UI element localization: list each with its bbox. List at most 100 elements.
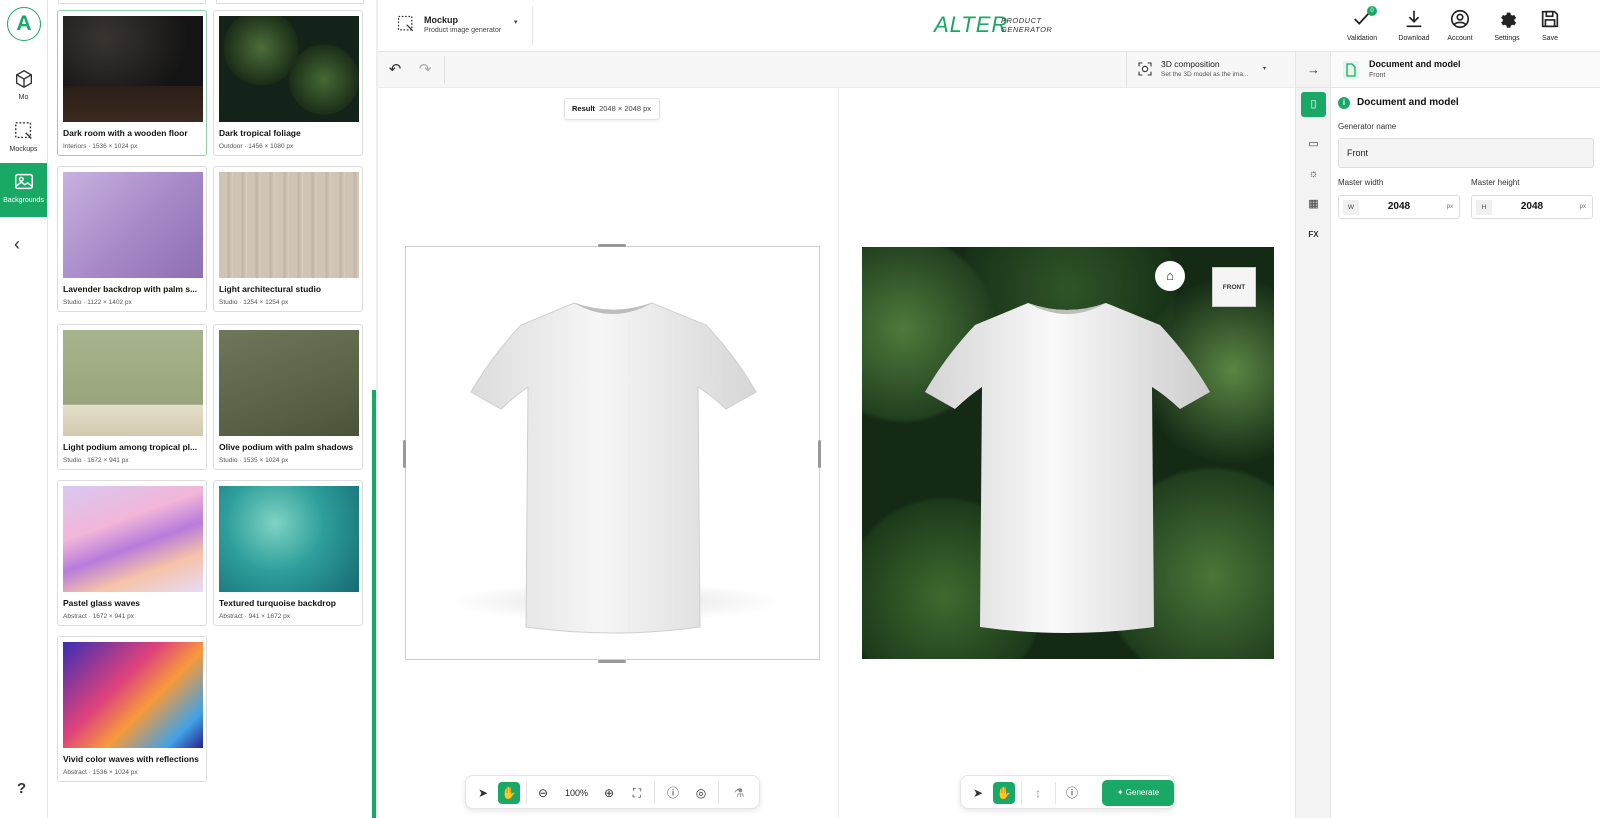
card-meta: Studio · 1535 × 1024 px bbox=[219, 457, 289, 464]
tshirt-model[interactable] bbox=[466, 297, 761, 637]
light-tab-icon[interactable]: ☼ bbox=[1301, 162, 1326, 187]
composition-title: 3D composition bbox=[1161, 59, 1220, 69]
background-card[interactable]: Dark tropical foliage Outdoor · 1456 × 1… bbox=[213, 10, 363, 156]
height-unit: px bbox=[1579, 204, 1586, 210]
height-key: H bbox=[1476, 200, 1492, 215]
card-meta: Abstract · 1672 × 941 px bbox=[63, 613, 135, 620]
home-view-button[interactable]: ⌂ bbox=[1155, 261, 1185, 291]
background-card[interactable]: Dark room with a wooden floor Interiors … bbox=[57, 10, 207, 156]
collapse-chevron-icon[interactable]: ‹ bbox=[14, 234, 20, 255]
thumbnail bbox=[219, 16, 359, 122]
composition-selector[interactable]: 3D composition Set the 3D model as the i… bbox=[1126, 52, 1272, 88]
thumbnail bbox=[63, 486, 203, 592]
info-icon[interactable]: ⓘ bbox=[662, 782, 684, 804]
composition-subtitle: Set the 3D model as the ima... bbox=[1161, 71, 1249, 78]
document-tab-icon[interactable]: ▯ bbox=[1301, 92, 1326, 117]
redo-icon[interactable]: ↷ bbox=[416, 61, 434, 79]
help-icon[interactable]: ? bbox=[17, 780, 26, 797]
undo-icon[interactable]: ↶ bbox=[386, 61, 404, 79]
result-preview[interactable]: ⌂ FRONT bbox=[862, 247, 1274, 659]
mockup-icon bbox=[397, 15, 414, 32]
zoom-in-icon[interactable]: ⊕ bbox=[598, 782, 620, 804]
rail-item-models[interactable]: Mo bbox=[0, 60, 47, 112]
divider bbox=[444, 56, 445, 84]
info-icon[interactable]: ⓘ bbox=[1061, 782, 1083, 804]
master-height-label: Master height bbox=[1471, 178, 1520, 187]
fx-tab-icon[interactable]: FX bbox=[1301, 222, 1326, 247]
card-meta: Interiors · 1536 × 1024 px bbox=[63, 143, 138, 150]
card-title: Light podium among tropical pl... bbox=[63, 442, 198, 452]
master-width-field[interactable]: W 2048 px bbox=[1338, 195, 1460, 219]
validation-button[interactable]: 0 Validation bbox=[1339, 6, 1385, 42]
zoom-level[interactable]: 100% bbox=[565, 782, 588, 804]
rail-item-label: Mo bbox=[18, 94, 29, 101]
resize-handle-top[interactable] bbox=[598, 244, 626, 247]
background-tab-icon[interactable]: ▦ bbox=[1301, 192, 1326, 217]
brand-sub-line: GENERATOR bbox=[1001, 25, 1053, 34]
mode-selector[interactable]: Mockup Product image generator ▾ bbox=[378, 0, 532, 52]
background-card[interactable]: Vivid color waves with reflections Abstr… bbox=[57, 636, 207, 782]
validation-badge: 0 bbox=[1367, 6, 1377, 16]
card-title: Pastel glass waves bbox=[63, 598, 141, 608]
rail-item-backgrounds[interactable]: Backgrounds bbox=[0, 163, 47, 217]
rail-item-mockups[interactable]: Mockups bbox=[0, 112, 47, 164]
account-icon bbox=[1450, 9, 1470, 29]
camera-tab-icon[interactable]: ▭ bbox=[1301, 132, 1326, 157]
left-rail: A Mo Mockups Backgrounds ‹ ? bbox=[0, 0, 48, 818]
account-button[interactable]: Account bbox=[1437, 8, 1483, 42]
height-tool-icon[interactable]: ↕ bbox=[1027, 782, 1049, 804]
generate-button[interactable]: ✦ Generate bbox=[1102, 780, 1174, 806]
card-meta: Outdoor · 1456 × 1080 px bbox=[219, 143, 294, 150]
card-fragment bbox=[58, 0, 206, 4]
card-meta: Studio · 1254 × 1254 px bbox=[219, 299, 289, 306]
front-view-button[interactable]: FRONT bbox=[1212, 267, 1256, 307]
divider bbox=[532, 6, 533, 46]
canvas-divider bbox=[838, 88, 839, 818]
info-icon: i bbox=[1338, 97, 1350, 109]
save-label: Save bbox=[1542, 35, 1558, 42]
panel-tab-strip: → ▯ ▭ ☼ ▦ FX bbox=[1295, 52, 1331, 818]
hand-tool-icon[interactable]: ✋ bbox=[498, 782, 520, 804]
cube-icon bbox=[15, 69, 32, 89]
flask-icon[interactable]: ⚗ bbox=[728, 782, 750, 804]
thumbnail bbox=[219, 330, 359, 436]
brand-logo: ALTER bbox=[934, 12, 1009, 37]
master-height-field[interactable]: H 2048 px bbox=[1471, 195, 1593, 219]
app-logo[interactable]: A bbox=[7, 7, 41, 41]
document-frame[interactable] bbox=[405, 246, 820, 660]
select-tool-icon[interactable]: ➤ bbox=[472, 782, 494, 804]
zoom-out-icon[interactable]: ⊖ bbox=[532, 782, 554, 804]
download-button[interactable]: Download bbox=[1391, 8, 1437, 42]
target-icon[interactable]: ◎ bbox=[690, 782, 712, 804]
settings-label: Settings bbox=[1494, 35, 1520, 42]
master-width-label: Master width bbox=[1338, 178, 1384, 187]
properties-panel: Document and model Front i Document and … bbox=[1330, 52, 1600, 818]
generator-name-field[interactable]: Front bbox=[1338, 138, 1594, 168]
download-icon bbox=[1406, 10, 1422, 28]
separator bbox=[1021, 782, 1022, 804]
chevron-down-icon: ▾ bbox=[1263, 66, 1267, 72]
mode-subtitle: Product image generator bbox=[424, 27, 502, 34]
panel-title: Document and model bbox=[1369, 59, 1461, 69]
resize-handle-right[interactable] bbox=[818, 440, 821, 468]
background-card[interactable]: Olive podium with palm shadows Studio · … bbox=[213, 324, 363, 470]
card-title: Light architectural studio bbox=[219, 284, 322, 294]
hand-tool-icon[interactable]: ✋ bbox=[993, 782, 1015, 804]
background-card[interactable]: Light podium among tropical pl... Studio… bbox=[57, 324, 207, 470]
select-tool-icon[interactable]: ➤ bbox=[967, 782, 989, 804]
canvas-toolbar: ➤ ✋ ⊖ 100% ⊕ ⛶ ⓘ ◎ ⚗ bbox=[465, 775, 760, 809]
result-size: 2048 × 2048 px bbox=[599, 104, 652, 113]
background-card[interactable]: Pastel glass waves Abstract · 1672 × 941… bbox=[57, 480, 207, 626]
background-card[interactable]: Light architectural studio Studio · 1254… bbox=[213, 166, 363, 312]
save-button[interactable]: Save bbox=[1527, 8, 1573, 42]
arrow-right-icon[interactable]: → bbox=[1296, 52, 1331, 88]
resize-handle-left[interactable] bbox=[403, 440, 406, 468]
card-meta: Studio · 1672 × 941 px bbox=[63, 457, 129, 464]
settings-button[interactable]: Settings bbox=[1484, 8, 1530, 42]
background-card[interactable]: Lavender backdrop with palm s... Studio … bbox=[57, 166, 207, 312]
resize-handle-bottom[interactable] bbox=[598, 660, 626, 663]
background-card[interactable]: Textured turquoise backdrop Abstract · 9… bbox=[213, 480, 363, 626]
account-label: Account bbox=[1447, 35, 1473, 42]
top-bar: Mockup Product image generator ▾ ALTER P… bbox=[378, 0, 1600, 52]
fit-screen-icon[interactable]: ⛶ bbox=[626, 782, 648, 804]
